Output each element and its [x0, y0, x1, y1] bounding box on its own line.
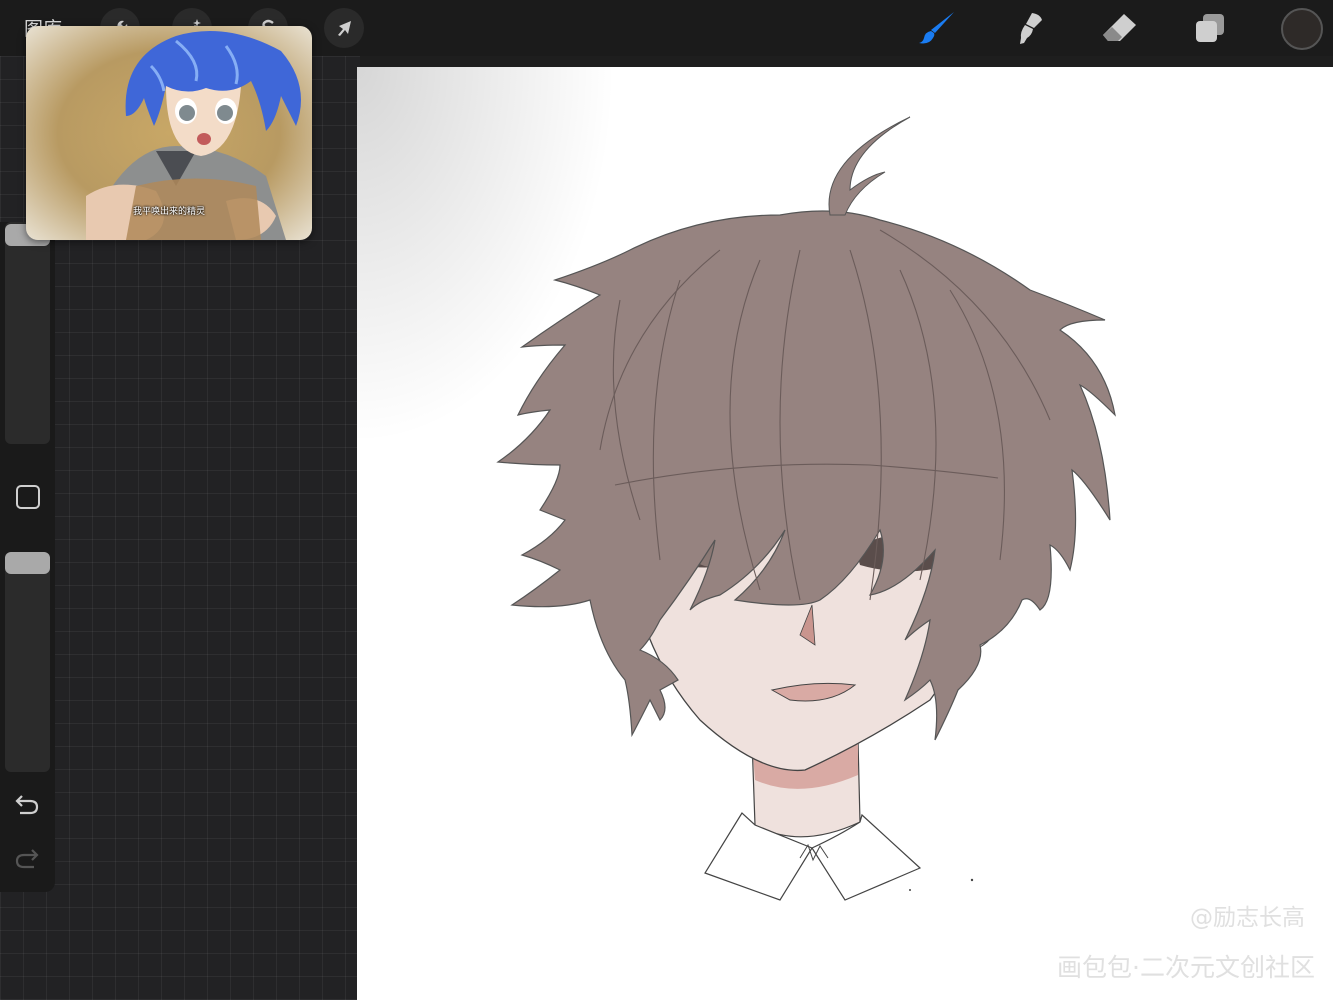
watermark-site: 画包包·二次元文创社区: [1057, 953, 1315, 982]
brush-icon[interactable]: [914, 8, 960, 48]
drawing-canvas[interactable]: [357, 67, 1333, 1000]
color-picker-swatch[interactable]: [1281, 8, 1323, 50]
redo-icon[interactable]: [14, 846, 40, 874]
transform-arrow-icon[interactable]: [324, 8, 364, 48]
eraser-icon[interactable]: [1096, 8, 1142, 48]
brush-size-slider[interactable]: [5, 222, 50, 444]
undo-icon[interactable]: [14, 792, 40, 820]
smudge-icon[interactable]: [1005, 8, 1051, 48]
left-sidebar: [0, 222, 55, 892]
opacity-thumb[interactable]: [5, 552, 50, 574]
layers-icon[interactable]: [1187, 8, 1233, 48]
ahoge: [828, 116, 911, 216]
reference-caption: 我平唤出来的精灵: [132, 207, 205, 217]
character-drawing: [496, 116, 1116, 901]
modify-square-icon[interactable]: [16, 485, 40, 509]
watermark-handle: @励志长高: [1190, 905, 1305, 931]
opacity-slider[interactable]: [5, 552, 50, 772]
reference-window[interactable]: 我平唤出来的精灵: [26, 26, 312, 240]
